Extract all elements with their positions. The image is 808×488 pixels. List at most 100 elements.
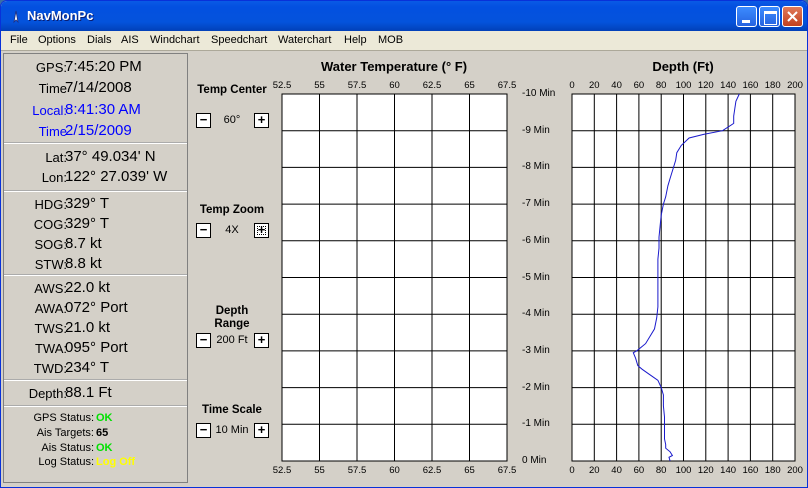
cog-value: 329° T <box>65 215 110 232</box>
temp-x-tick-label-bottom: 55 <box>314 465 325 476</box>
depth-x-tick-label: 200 <box>787 80 803 91</box>
depth-range-decrease-button[interactable]: − <box>196 333 211 348</box>
depth-range-value: 200 Ft <box>216 334 248 346</box>
chart-controls: Temp Center − 60° + Temp Zoom − 4X + Dep… <box>191 53 273 483</box>
hdg-row: HDG: 329° T <box>4 195 187 215</box>
depth-label: Depth: <box>28 386 67 401</box>
sog-label: SOG: <box>34 237 67 252</box>
depth-x-tick-label-bottom: 20 <box>589 465 600 476</box>
lat-row: Lat: 37° 49.034' N <box>4 148 187 168</box>
aws-label: AWS: <box>34 281 67 296</box>
window-title: NavMonPc <box>27 8 94 23</box>
depth-x-tick-label: 140 <box>720 80 737 91</box>
time-axis-tick-label: -9 Min <box>522 124 550 136</box>
depth-chart-plot <box>571 93 796 462</box>
depth-x-tick-label: 0 <box>569 80 575 91</box>
time-axis-tick-label: -5 Min <box>522 271 550 283</box>
menu-dials[interactable]: Dials <box>87 34 111 46</box>
awa-value: 072° Port <box>65 299 128 316</box>
time-axis-tick-label: -3 Min <box>522 344 550 356</box>
menu-help[interactable]: Help <box>344 34 367 46</box>
gps-time-value: 7:45:20 PM <box>65 58 142 75</box>
time-axis-tick-label: -6 Min <box>522 234 550 246</box>
depth-row: Depth: 88.1 Ft <box>4 384 187 404</box>
time-scale-increase-button[interactable]: + <box>254 423 269 438</box>
gps-status-row: GPS Status: OK <box>4 412 187 426</box>
temp-center-increase-button[interactable]: + <box>254 113 269 128</box>
gps-date-value: 7/14/2008 <box>65 79 132 96</box>
local-time-value: 8:41:30 AM <box>65 101 141 118</box>
temp-chart-plot <box>281 93 508 462</box>
tws-row: TWS: 21.0 kt <box>4 319 187 339</box>
menu-ais[interactable]: AIS <box>121 34 139 46</box>
status-panel: GPS: 7:45:20 PM Time 7/14/2008 Local: 8:… <box>3 53 188 483</box>
temp-center-decrease-button[interactable]: − <box>196 113 211 128</box>
lat-label: Lat: <box>45 150 67 165</box>
local-date-row: Time 2/15/2009 <box>4 122 187 142</box>
temp-zoom-decrease-button[interactable]: − <box>196 223 211 238</box>
close-button[interactable] <box>782 6 803 27</box>
awa-label: AWA: <box>34 301 67 316</box>
cog-row: COG: 329° T <box>4 215 187 235</box>
depth-x-tick-label: 160 <box>742 80 759 91</box>
awa-row: AWA: 072° Port <box>4 299 187 319</box>
position-section: Lat: 37° 49.034' N Lon: 122° 27.039' W <box>4 144 187 192</box>
menu-mob[interactable]: MOB <box>378 34 403 46</box>
local-time-label: Local: <box>32 103 67 118</box>
temp-x-tick-label: 65 <box>464 80 475 91</box>
twa-row: TWA: 095° Port <box>4 339 187 359</box>
sog-row: SOG: 8.7 kt <box>4 235 187 255</box>
ais-targets-value: 65 <box>96 427 109 439</box>
depth-x-tick-label: 180 <box>764 80 781 91</box>
twd-label: TWD: <box>33 361 67 376</box>
depth-section: Depth: 88.1 Ft <box>4 381 187 407</box>
depth-value: 88.1 Ft <box>65 384 112 401</box>
depth-x-tick-label: 80 <box>655 80 667 91</box>
menu-file[interactable]: File <box>10 34 28 46</box>
ais-targets-label: Ais Targets: <box>36 427 94 439</box>
menu-windchart[interactable]: Windchart <box>150 34 200 46</box>
menu-bar: File Options Dials AIS Windchart Speedch… <box>1 31 807 51</box>
menu-speedchart[interactable]: Speedchart <box>211 34 267 46</box>
time-scale-decrease-button[interactable]: − <box>196 423 211 438</box>
lon-row: Lon: 122° 27.039' W <box>4 168 187 188</box>
ais-status-row: Ais Status: OK <box>4 442 187 456</box>
minimize-button[interactable] <box>736 6 757 27</box>
close-icon <box>787 11 798 22</box>
depth-x-tick-label-bottom: 140 <box>720 465 737 476</box>
depth-x-tick-label-bottom: 160 <box>742 465 759 476</box>
depth-range-increase-button[interactable]: + <box>254 333 269 348</box>
temp-x-tick-label: 62.5 <box>422 80 442 91</box>
temp-x-tick-label-bottom: 57.5 <box>347 465 367 476</box>
motion-section: HDG: 329° T COG: 329° T SOG: 8.7 kt STW:… <box>4 192 187 276</box>
ais-status-value: OK <box>96 442 113 454</box>
maximize-button[interactable] <box>759 6 780 27</box>
time-scale-value: 10 Min <box>215 424 249 436</box>
stw-row: STW: 8.8 kt <box>4 255 187 275</box>
local-time-row: Local: 8:41:30 AM <box>4 101 187 121</box>
twd-value: 234° T <box>65 359 110 376</box>
title-bar[interactable]: NavMonPc <box>1 1 807 31</box>
hdg-value: 329° T <box>65 195 110 212</box>
menu-options[interactable]: Options <box>38 34 76 46</box>
ais-targets-row: Ais Targets: 65 <box>4 427 187 441</box>
depth-range-label: Depth Range <box>214 305 250 330</box>
twa-label: TWA: <box>34 341 67 356</box>
lon-label: Lon: <box>41 170 67 185</box>
time-section: GPS: 7:45:20 PM Time 7/14/2008 Local: 8:… <box>4 54 187 144</box>
cog-label: COG: <box>33 217 67 232</box>
stw-label: STW: <box>34 257 67 272</box>
temp-x-tick-label: 60 <box>389 80 400 91</box>
system-status-section: GPS Status: OK Ais Targets: 65 Ais Statu… <box>4 409 187 479</box>
depth-x-tick-label-bottom: 200 <box>787 465 803 476</box>
twd-row: TWD: 234° T <box>4 359 187 379</box>
temp-zoom-increase-button[interactable]: + <box>254 223 269 238</box>
time-scale-label: Time Scale <box>202 404 262 416</box>
temp-center-label: Temp Center <box>197 84 267 96</box>
menu-waterchart[interactable]: Waterchart <box>278 34 331 46</box>
depth-x-tick-label: 40 <box>611 80 622 91</box>
temp-x-tick-label-bottom: 65 <box>464 465 475 476</box>
temp-x-tick-label: 55 <box>314 80 325 91</box>
temp-zoom-label: Temp Zoom <box>199 204 265 216</box>
depth-x-tick-label-bottom: 60 <box>633 465 645 476</box>
